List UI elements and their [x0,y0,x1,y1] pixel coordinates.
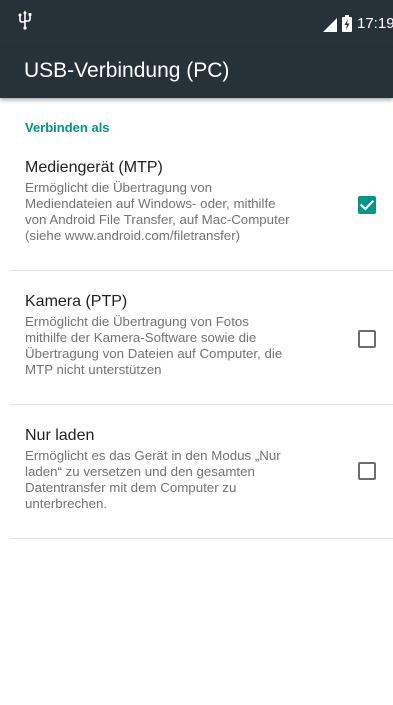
divider [10,270,393,271]
signal-icon [323,18,337,32]
option-mtp[interactable]: Mediengerät (MTP) Ermöglicht die Übertra… [0,158,393,270]
ptp-checkbox[interactable] [358,330,376,348]
section-header-connect-as: Verbinden als [25,120,110,135]
usb-icon [18,10,32,30]
app-bar: USB-Verbindung (PC) [0,48,393,98]
battery-charging-icon [342,15,352,32]
divider [10,538,393,539]
screen: 17:19 USB-Verbindung (PC) Verbinden als … [0,0,393,705]
option-charge-only[interactable]: Nur laden Ermöglicht es das Gerät in den… [0,426,393,538]
option-title: Mediengerät (MTP) [25,159,163,176]
charge-only-checkbox[interactable] [358,462,376,480]
status-time: 17:19 [357,15,393,32]
checkmark-icon [359,199,375,211]
option-title: Kamera (PTP) [25,293,128,310]
divider [10,404,393,405]
status-bar: 17:19 [0,0,393,48]
page-title: USB-Verbindung (PC) [24,59,230,82]
option-ptp[interactable]: Kamera (PTP) Ermöglicht die Übertragung … [0,292,393,404]
option-summary: Ermöglicht es das Gerät in den Modus „Nu… [25,448,281,511]
mtp-checkbox[interactable] [358,196,376,214]
option-title: Nur laden [25,427,95,444]
option-summary: Ermöglicht die Übertragung von Mediendat… [25,180,290,243]
option-summary: Ermöglicht die Übertragung von Fotos mit… [25,314,283,377]
